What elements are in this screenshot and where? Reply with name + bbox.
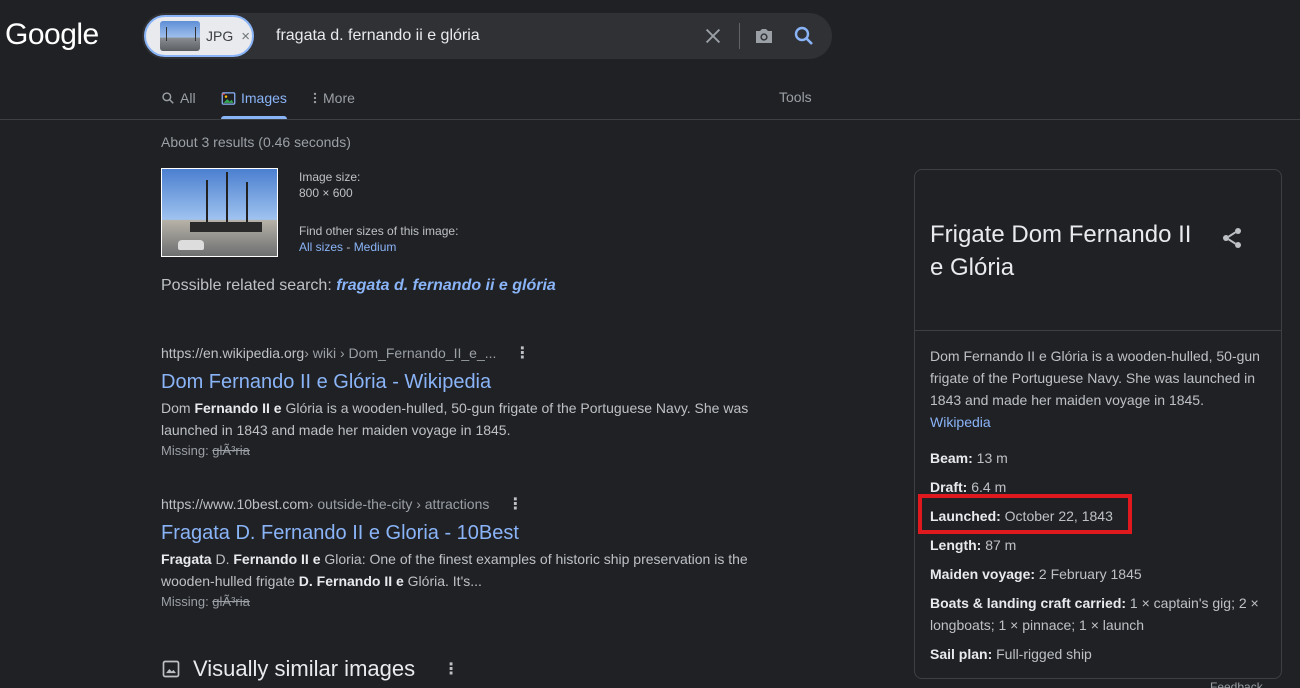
size-links-separator: - bbox=[343, 240, 354, 254]
camera-icon[interactable] bbox=[752, 24, 776, 48]
visually-similar-label: Visually similar images bbox=[193, 656, 416, 681]
result-domain: https://www.10best.com bbox=[161, 496, 309, 512]
image-size-value: 800 × 600 bbox=[299, 186, 353, 200]
tab-all[interactable]: All bbox=[161, 88, 196, 108]
related-search-prefix: Possible related search: bbox=[161, 277, 337, 294]
more-options-icon[interactable]: ⋮ bbox=[507, 494, 523, 514]
result-title[interactable]: Fragata D. Fernando II e Gloria - 10Best bbox=[161, 520, 771, 546]
wikipedia-link[interactable]: Wikipedia bbox=[930, 414, 991, 430]
feedback-link[interactable]: Feedback bbox=[1210, 680, 1263, 688]
search-bar[interactable]: JPG × fragata d. fernando ii e glória bbox=[142, 13, 832, 59]
result-snippet: Dom Fernando II e Glória is a wooden-hul… bbox=[161, 400, 749, 438]
tab-images-label: Images bbox=[241, 90, 287, 106]
search-result: https://www.10best.com › outside-the-cit… bbox=[161, 494, 771, 612]
all-sizes-link[interactable]: All sizes bbox=[299, 240, 343, 254]
result-path: › wiki › Dom_Fernando_II_e_... bbox=[304, 345, 497, 361]
more-options-icon[interactable]: ⋮ bbox=[443, 659, 459, 679]
image-size-links: All sizes - Medium bbox=[299, 239, 396, 255]
search-icon[interactable] bbox=[792, 24, 816, 48]
share-icon[interactable] bbox=[1220, 226, 1244, 250]
other-sizes-label: Find other sizes of this image: bbox=[299, 224, 459, 238]
ship-hull bbox=[190, 222, 262, 232]
image-chip[interactable]: JPG × bbox=[144, 15, 254, 57]
result-url[interactable]: https://www.10best.com › outside-the-cit… bbox=[161, 494, 771, 514]
tab-more[interactable]: More bbox=[312, 88, 355, 108]
search-divider bbox=[739, 23, 740, 49]
chip-close-icon[interactable]: × bbox=[241, 28, 250, 45]
result-missing: Missing: glÃ³ria bbox=[161, 594, 250, 609]
tab-all-label: All bbox=[180, 90, 196, 106]
result-domain: https://en.wikipedia.org bbox=[161, 345, 305, 361]
query-image-thumbnail bbox=[160, 21, 200, 51]
fact-maiden-voyage: Maiden voyage: 2 February 1845 bbox=[930, 566, 1142, 582]
tab-more-label: More bbox=[323, 90, 355, 106]
result-url[interactable]: https://en.wikipedia.org › wiki › Dom_Fe… bbox=[161, 343, 771, 363]
visually-similar-header: Visually similar images ⋮ bbox=[161, 656, 459, 682]
car bbox=[178, 240, 204, 250]
tab-images[interactable]: Images bbox=[221, 88, 287, 108]
fact-boats: Boats & landing craft carried: 1 × capta… bbox=[930, 595, 1259, 633]
search-icon bbox=[162, 92, 174, 104]
result-stats: About 3 results (0.46 seconds) bbox=[161, 134, 351, 150]
image-icon bbox=[221, 91, 236, 105]
google-logo[interactable]: Google bbox=[5, 18, 99, 52]
clear-icon[interactable] bbox=[702, 25, 724, 47]
highlight-box bbox=[918, 494, 1132, 534]
result-path: › outside-the-city › attractions bbox=[308, 496, 490, 512]
more-options-icon[interactable]: ⋮ bbox=[514, 343, 530, 363]
fact-sail-plan: Sail plan: Full-rigged ship bbox=[930, 646, 1092, 662]
image-icon bbox=[162, 660, 180, 678]
header-divider bbox=[0, 119, 1300, 120]
search-input[interactable]: fragata d. fernando ii e glória bbox=[276, 27, 480, 45]
image-size-label: Image size: bbox=[299, 170, 361, 184]
ship-mast bbox=[226, 172, 228, 228]
tools-button[interactable]: Tools bbox=[779, 89, 812, 105]
search-result: https://en.wikipedia.org › wiki › Dom_Fe… bbox=[161, 343, 771, 461]
result-snippet: Fragata D. Fernando II e Gloria: One of … bbox=[161, 551, 748, 589]
result-title[interactable]: Dom Fernando II e Glória - Wikipedia bbox=[161, 369, 771, 395]
knowledge-panel-description: Dom Fernando II e Glória is a wooden-hul… bbox=[930, 348, 1260, 430]
related-search-link[interactable]: fragata d. fernando ii e glória bbox=[336, 277, 556, 294]
chip-label: JPG bbox=[206, 28, 234, 44]
ship-mast bbox=[206, 180, 208, 228]
fact-length: Length: 87 m bbox=[930, 537, 1017, 553]
result-missing: Missing: glÃ³ria bbox=[161, 443, 250, 458]
knowledge-panel-title: Frigate Dom Fernando II e Glória bbox=[930, 221, 1192, 281]
medium-size-link[interactable]: Medium bbox=[354, 240, 397, 254]
fact-beam: Beam: 13 m bbox=[930, 450, 1008, 466]
more-vert-icon bbox=[313, 92, 317, 104]
related-search: Possible related search: fragata d. fern… bbox=[161, 277, 556, 295]
uploaded-image-thumbnail[interactable] bbox=[161, 168, 278, 257]
knowledge-panel: Frigate Dom Fernando II e Glória Dom Fer… bbox=[914, 169, 1282, 679]
knowledge-panel-divider bbox=[915, 330, 1281, 331]
